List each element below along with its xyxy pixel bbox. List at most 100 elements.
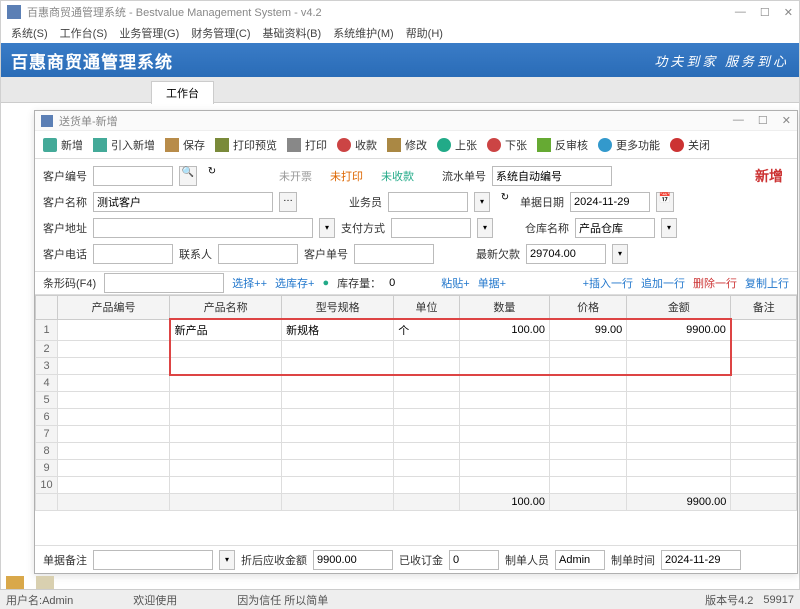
print-button[interactable]: 打印	[287, 137, 327, 153]
date-field[interactable]	[570, 192, 650, 212]
collect-button[interactable]: 收款	[337, 137, 377, 153]
remark-label: 单据备注	[43, 552, 87, 568]
prev-record-button[interactable]: 上张	[437, 137, 477, 153]
col-header[interactable]: 金额	[627, 296, 731, 320]
lookup-customer-button[interactable]: 🔍	[179, 166, 197, 186]
save-icon	[165, 138, 179, 152]
modal-icon	[41, 115, 53, 127]
table-row[interactable]: 1新产品新规格个100.0099.009900.00	[36, 319, 797, 341]
table-row[interactable]: 7	[36, 426, 797, 443]
deposit-field[interactable]	[449, 550, 499, 570]
single-doc-button[interactable]: 单据+	[478, 275, 506, 291]
discount-field[interactable]	[313, 550, 393, 570]
import-new-button[interactable]: 引入新增	[93, 137, 155, 153]
create-time-field[interactable]	[661, 550, 741, 570]
debt-dropdown[interactable]: ▾	[612, 244, 628, 264]
menu-help[interactable]: 帮助(H)	[402, 23, 447, 43]
col-header[interactable]: 备注	[731, 296, 797, 320]
minimize-button[interactable]: —	[735, 6, 746, 19]
col-header[interactable]: 产品编号	[58, 296, 170, 320]
version-value: 4.2	[738, 595, 753, 607]
barcode-field[interactable]	[104, 273, 224, 293]
modal-maximize-button[interactable]: ☐	[758, 114, 768, 127]
col-header[interactable]: 型号规格	[282, 296, 394, 320]
print-preview-button[interactable]: 打印预览	[215, 137, 277, 153]
more-functions-button[interactable]: 更多功能	[598, 137, 660, 153]
folder-icon-2[interactable]	[36, 576, 54, 590]
menu-maintenance[interactable]: 系统维护(M)	[329, 23, 398, 43]
delete-row-button[interactable]: 删除一行	[693, 275, 737, 291]
date-picker-button[interactable]: 📅	[656, 192, 674, 212]
append-row-button[interactable]: 追加一行	[641, 275, 685, 291]
address-field[interactable]	[93, 218, 313, 238]
banner: 百惠商贸通管理系统 功夫到家 服务到心	[1, 43, 799, 77]
table-row[interactable]: 3	[36, 358, 797, 375]
serial-field[interactable]	[492, 166, 612, 186]
save-button[interactable]: 保存	[165, 137, 205, 153]
customer-no-field[interactable]	[93, 166, 173, 186]
table-row[interactable]: 6	[36, 409, 797, 426]
debt-field[interactable]	[526, 244, 606, 264]
refresh-customer-button[interactable]: ↻	[203, 166, 221, 186]
collect-icon	[337, 138, 351, 152]
table-row[interactable]: 4	[36, 375, 797, 392]
build-value: 59917	[763, 594, 794, 606]
insert-row-button[interactable]: +插入一行	[583, 275, 633, 291]
edit-icon	[387, 138, 401, 152]
warehouse-field[interactable]	[575, 218, 655, 238]
salesman-refresh-button[interactable]: ↻	[496, 192, 514, 212]
phone-field[interactable]	[93, 244, 173, 264]
paste-button[interactable]: 粘贴+	[441, 275, 469, 291]
form-area: 客户编号 🔍 ↻ 未开票 未打印 未收款 流水单号 新增 客户名称 … 业务员 …	[35, 159, 797, 271]
pay-method-dropdown[interactable]: ▾	[477, 218, 493, 238]
menu-workbench[interactable]: 工作台(S)	[56, 23, 112, 43]
remark-field[interactable]	[93, 550, 213, 570]
warehouse-dropdown[interactable]: ▾	[661, 218, 677, 238]
customer-name-field[interactable]	[93, 192, 273, 212]
customer-order-field[interactable]	[354, 244, 434, 264]
modal-close-button[interactable]: ✕	[782, 114, 791, 127]
reverse-audit-button[interactable]: 反审核	[537, 137, 588, 153]
folder-icon[interactable]	[6, 576, 24, 590]
menu-finance[interactable]: 财务管理(C)	[187, 23, 254, 43]
maximize-button[interactable]: ☐	[760, 6, 770, 19]
menu-system[interactable]: 系统(S)	[7, 23, 52, 43]
table-row[interactable]: 2	[36, 341, 797, 358]
menu-business[interactable]: 业务管理(G)	[115, 23, 183, 43]
pay-method-label: 支付方式	[341, 220, 385, 236]
salesman-dropdown[interactable]: ▾	[474, 192, 490, 212]
col-header[interactable]: 产品名称	[170, 296, 282, 320]
tab-workbench[interactable]: 工作台	[151, 81, 214, 104]
table-row[interactable]: 5	[36, 392, 797, 409]
col-header[interactable]: 价格	[549, 296, 626, 320]
menu-basedata[interactable]: 基础资料(B)	[259, 23, 326, 43]
more-icon	[598, 138, 612, 152]
toolbar: 新增 引入新增 保存 打印预览 打印 收款 修改 上张 下张 反审核 更多功能 …	[35, 131, 797, 159]
up-arrow-icon	[437, 138, 451, 152]
contact-field[interactable]	[218, 244, 298, 264]
pay-method-field[interactable]	[391, 218, 471, 238]
table-row[interactable]: 9	[36, 460, 797, 477]
statusbar: 用户名:Admin 欢迎使用 因为信任 所以简单 版本号4.2 59917	[0, 589, 800, 609]
customer-name-picker-button[interactable]: …	[279, 192, 297, 212]
line-items-grid[interactable]: 产品编号产品名称型号规格单位数量价格金额备注 1新产品新规格个100.0099.…	[35, 295, 797, 545]
tab-strip: 工作台	[1, 77, 799, 103]
remark-dropdown[interactable]: ▾	[219, 550, 235, 570]
col-header[interactable]: 单位	[394, 296, 460, 320]
close-button[interactable]: ✕	[784, 6, 793, 19]
table-row[interactable]: 10	[36, 477, 797, 494]
close-order-button[interactable]: 关闭	[670, 137, 710, 153]
col-header[interactable]: 数量	[459, 296, 549, 320]
modal-minimize-button[interactable]: —	[733, 114, 744, 127]
creator-field[interactable]	[555, 550, 605, 570]
user-label: 用户名:	[6, 595, 42, 607]
table-row[interactable]: 8	[36, 443, 797, 460]
select-stock-button[interactable]: 选库存+	[275, 275, 314, 291]
new-button[interactable]: 新增	[43, 137, 83, 153]
select-plus-button[interactable]: 选择++	[232, 275, 267, 291]
salesman-field[interactable]	[388, 192, 468, 212]
edit-button[interactable]: 修改	[387, 137, 427, 153]
address-dropdown[interactable]: ▾	[319, 218, 335, 238]
copy-up-row-button[interactable]: 复制上行	[745, 275, 789, 291]
next-record-button[interactable]: 下张	[487, 137, 527, 153]
